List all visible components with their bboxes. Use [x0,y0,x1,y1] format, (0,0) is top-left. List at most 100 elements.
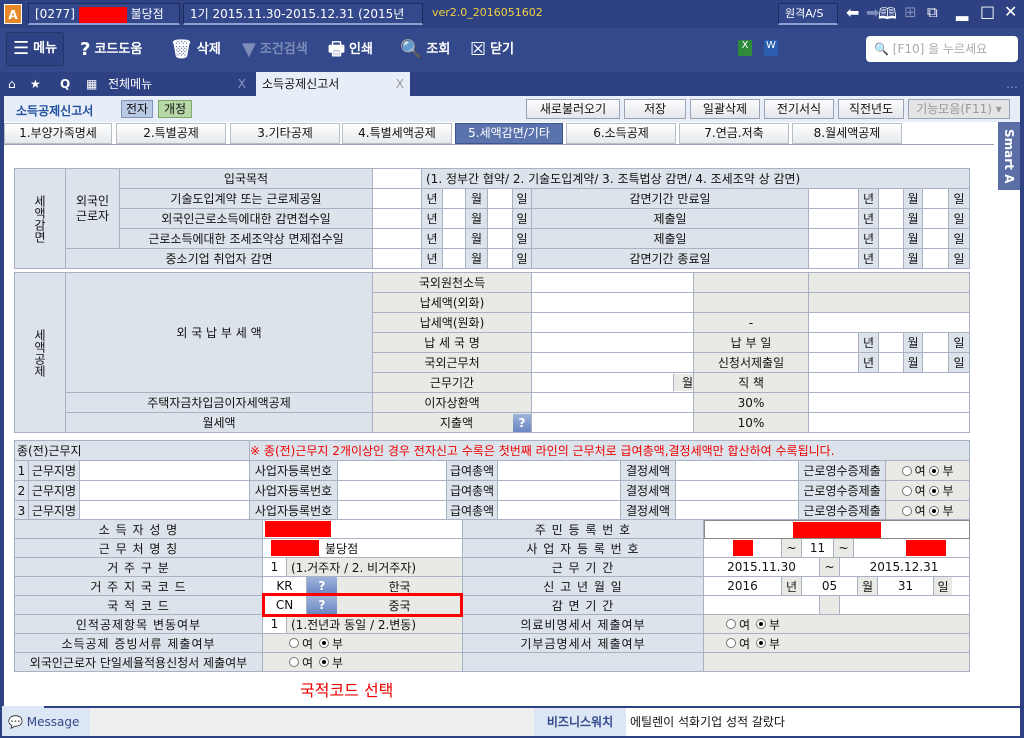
year-input[interactable] [372,228,422,249]
year-input[interactable] [372,208,422,229]
day-input[interactable] [487,188,513,209]
year-input[interactable] [808,332,860,353]
bizno-input[interactable] [337,460,448,481]
subtab-7[interactable]: 7.연금.저축 [679,123,789,144]
month-input[interactable] [878,188,904,209]
subtab-1[interactable]: 1.부양가족명세 [4,123,112,144]
year-input[interactable] [808,208,859,229]
word-icon[interactable]: W [764,40,778,56]
month-input[interactable] [878,332,905,353]
position-input[interactable] [808,372,971,393]
message-button[interactable]: 💬 Message [4,708,90,736]
day-input[interactable] [922,352,950,373]
month-input[interactable] [878,228,904,249]
resident-number-input[interactable] [704,520,970,539]
back-arrow-icon[interactable]: ⬅ [846,3,859,22]
tab-all-menu[interactable]: 전체메뉴 X [102,72,252,96]
period-selector[interactable]: 1기 2015.11.30-2015.12.31 (2015년도) [183,3,423,41]
period-from-input[interactable]: 2015.11.30 [704,558,820,576]
salary-input[interactable] [497,460,622,481]
bizno-part2[interactable]: 11 [802,539,834,557]
radio-no[interactable]: 부 [929,462,953,479]
remote-as-button[interactable]: 원격A/S [778,3,838,25]
report-day-input[interactable]: 31 [878,577,934,595]
day-input[interactable] [922,248,949,269]
menu-button[interactable]: ☰ 메뉴 [6,32,65,66]
radio-yes[interactable]: 여 [289,635,313,652]
news-ticker[interactable]: 에틸렌이 석화기업 성적 갈랐다 [626,708,1020,736]
reload-button[interactable]: 새로불러오기 [526,99,620,119]
day-input[interactable] [922,332,950,353]
day-input[interactable] [487,208,513,229]
entry-purpose-input[interactable] [372,168,422,189]
book-icon[interactable]: 🕮 [878,3,897,30]
foreign-workplace-input[interactable] [531,352,695,373]
period-to-input[interactable]: 2015.12.31 [840,558,968,576]
report-year-input[interactable]: 2016 [704,577,782,595]
radio-no[interactable]: 부 [929,502,953,519]
quick-icon[interactable]: Q [54,72,70,96]
previous-year-button[interactable]: 직전년도 [838,99,904,119]
print-button[interactable]: 🖶 인쇄 [328,36,373,64]
minimize-icon[interactable]: ▂ [956,2,968,21]
workplace-name-input[interactable]: 불당점 [263,539,463,558]
month-input[interactable] [442,228,466,249]
excel-icon[interactable]: X [738,40,752,56]
interest-input[interactable] [531,392,695,413]
close-tab-icon[interactable]: X [238,72,246,96]
year-input[interactable] [808,352,860,373]
day-input[interactable] [487,248,513,269]
year-input[interactable] [372,188,422,209]
tax-input[interactable] [675,460,800,481]
delete-button[interactable]: 🗑 삭제 [170,36,221,64]
tax-input[interactable] [675,500,800,521]
day-input[interactable] [922,188,949,209]
tax-country-input[interactable] [531,332,695,353]
tax-foreign-currency-input[interactable] [531,292,695,313]
more-icon[interactable]: … [1000,72,1018,96]
radio-yes[interactable]: 여 [901,502,926,519]
radio-no[interactable]: 부 [929,482,953,499]
function-menu-dropdown[interactable]: 기능모음(F11) ▾ [908,99,1010,119]
menu-search-input[interactable]: 🔍 [F10] 을 누르세요 [866,36,1018,62]
restore-window-icon[interactable]: ⧉ [927,3,938,21]
filter-button[interactable]: ▼ 조건검색 [242,36,308,64]
day-input[interactable] [922,228,949,249]
close-tab-icon[interactable]: X [396,72,404,96]
save-button[interactable]: 저장 [624,99,686,119]
foreign-income-input[interactable] [531,272,695,293]
reduction-to-input[interactable] [840,596,968,614]
rent-input[interactable] [531,412,695,433]
salary-input[interactable] [497,480,622,501]
star-icon[interactable]: ★ [24,72,41,96]
year-input[interactable] [808,188,859,209]
subtab-5[interactable]: 5.세액감면/기타 [455,123,563,144]
tab-income-deduction[interactable]: 소득공제신고서 X [256,72,410,96]
radio-yes[interactable]: 여 [726,635,750,652]
subtab-2[interactable]: 2.특별공제 [116,123,226,144]
radio-no[interactable]: 부 [319,635,343,652]
reduction-from-input[interactable] [704,596,820,614]
name-input[interactable] [263,520,463,539]
month-input[interactable] [878,248,904,269]
subtab-4[interactable]: 4.특별세액공제 [342,123,452,144]
tax-krw-input[interactable] [531,312,695,333]
workplace-name-input[interactable] [78,460,251,481]
e-filing-badge[interactable]: 전자 [121,100,153,118]
bizno-part3[interactable] [854,539,968,557]
workplace-name-input[interactable] [78,500,251,521]
radio-yes[interactable]: 여 [726,616,750,633]
home-icon[interactable]: ⌂ [2,72,16,96]
revised-badge[interactable]: 개정 [158,100,192,118]
work-period-input[interactable]: 월 [531,372,695,393]
tax-input[interactable] [675,480,800,501]
year-input[interactable] [808,248,859,269]
year-input[interactable] [808,228,859,249]
company-selector[interactable]: [0277] 불당점 [28,3,180,25]
report-month-input[interactable]: 05 [802,577,858,595]
workplace-name-input[interactable] [78,480,251,501]
month-input[interactable] [878,208,904,229]
subtab-6[interactable]: 6.소득공제 [566,123,676,144]
code-help-button[interactable]: ? 코드도움 [80,36,142,64]
smart-a-panel-tab[interactable]: Smart A [998,122,1020,190]
